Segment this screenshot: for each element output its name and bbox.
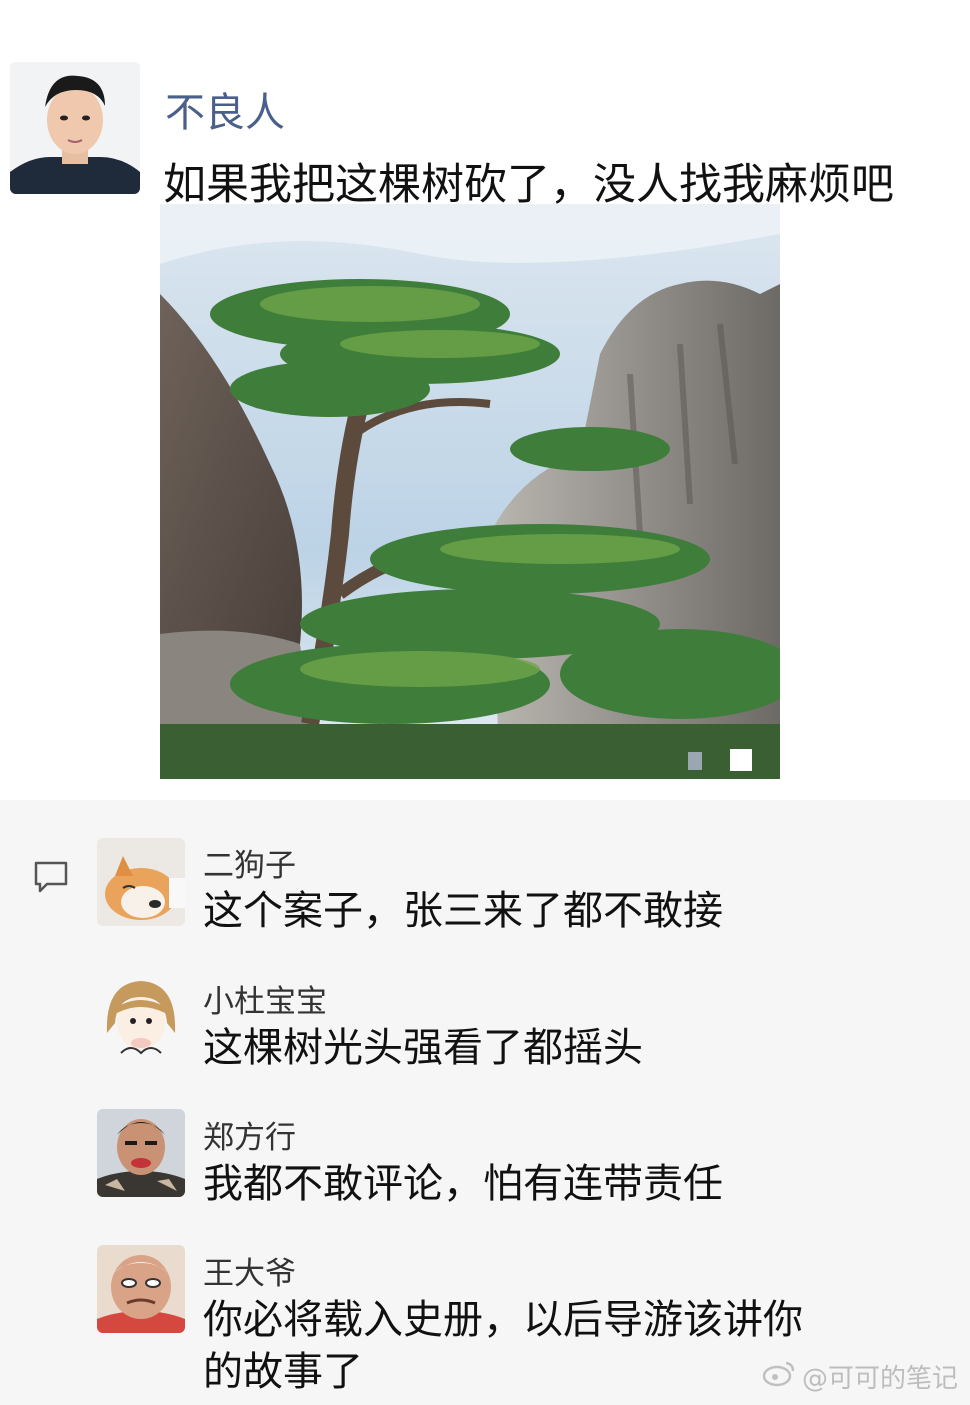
shiba-dog-avatar[interactable] xyxy=(97,838,185,926)
old-man-avatar[interactable] xyxy=(97,1245,185,1333)
comment-author-name[interactable]: 小杜宝宝 xyxy=(203,976,327,1021)
comment-text: 这棵树光头强看了都摇头 xyxy=(203,1025,643,1071)
comment-text: 我都不敢评论，怕有连带责任 xyxy=(203,1161,723,1207)
post-image[interactable] xyxy=(160,204,780,779)
post-text: 如果我把这棵树砍了，没人找我麻烦吧 xyxy=(163,160,894,210)
comment-author-name[interactable]: 二狗子 xyxy=(203,840,296,885)
comment-icon[interactable] xyxy=(33,860,69,894)
weibo-logo-icon xyxy=(762,1359,796,1394)
comments-section: 二狗子 这个案子，张三来了都不敢接 小杜宝宝 这棵树光头强看了都摇头 郑方行 我… xyxy=(0,800,970,1405)
post-card: 不良人 如果我把这棵树砍了，没人找我麻烦吧 xyxy=(0,0,970,800)
author-name[interactable]: 不良人 xyxy=(165,80,285,138)
watermark-text: @可可的笔记 xyxy=(801,1364,958,1394)
man-photo-avatar[interactable] xyxy=(97,1109,185,1197)
author-avatar[interactable] xyxy=(10,62,140,194)
comment-author-name[interactable]: 王大爷 xyxy=(203,1248,296,1293)
pine-tree-landscape-photo xyxy=(160,204,780,779)
comment-text: 你必将载入史册，以后导游该讲你的故事了 xyxy=(203,1297,803,1395)
comment-text: 这个案子，张三来了都不敢接 xyxy=(203,888,723,934)
comment-author-name[interactable]: 郑方行 xyxy=(203,1112,296,1157)
watermark: @可可的笔记 xyxy=(762,1358,958,1395)
cartoon-girl-avatar[interactable] xyxy=(97,973,185,1061)
